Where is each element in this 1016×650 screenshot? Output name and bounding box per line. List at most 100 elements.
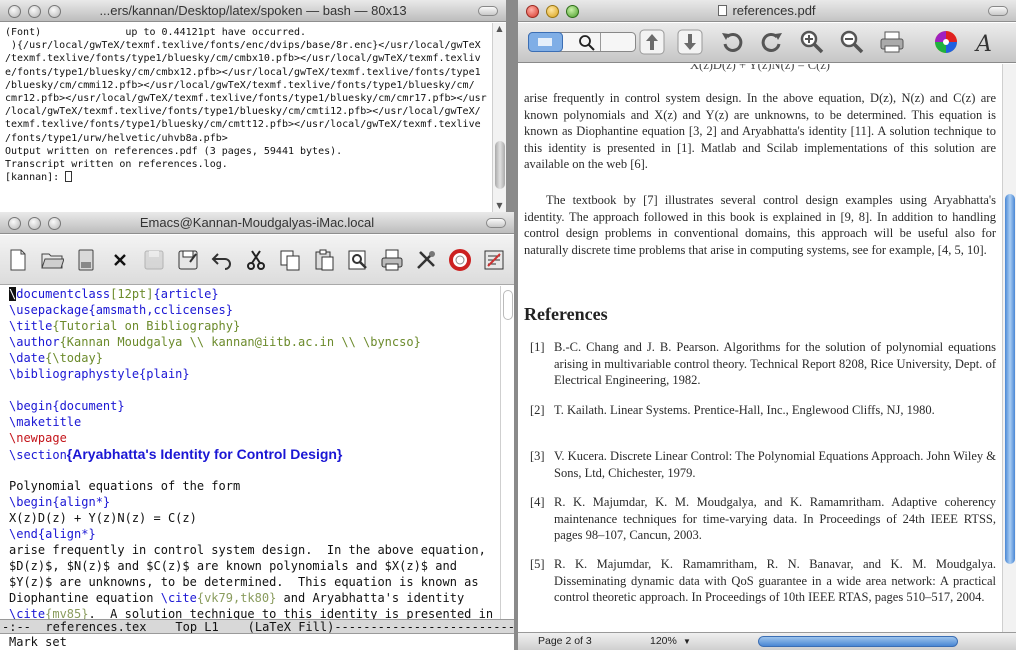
terminal-line: /fonts/type1/urw/helvetic/uhvb8a.pfb> — [5, 132, 228, 144]
editor-scrollbar[interactable] — [500, 286, 514, 619]
preview-toolbar: A — [518, 23, 1016, 63]
usepackage-command: \usepackage — [9, 303, 89, 317]
terminal-line: cmr12.pfb></usr/local/gwTeX/texmf.texliv… — [5, 93, 487, 105]
rotate-right-icon[interactable] — [758, 28, 786, 56]
zoom-button[interactable] — [566, 5, 579, 18]
editor-line: X(z)D(z) + Y(z)N(z) = C(z) — [9, 511, 197, 525]
undo-icon[interactable] — [208, 246, 236, 274]
save-icon[interactable] — [140, 246, 168, 274]
emacs-toolbar — [0, 235, 514, 285]
preview-window[interactable]: references.pdf A X(z)D(z) + Y(z)N(z) = C… — [518, 0, 1016, 650]
terminal-cursor — [65, 171, 73, 183]
zoom-button[interactable] — [48, 217, 61, 230]
search-icon[interactable] — [344, 246, 372, 274]
paste-icon[interactable] — [310, 246, 338, 274]
reference-text: V. Kucera. Discrete Linear Control: The … — [554, 449, 996, 480]
pdf-file-icon — [718, 5, 728, 16]
minimize-button[interactable] — [546, 5, 559, 18]
close-button[interactable] — [526, 5, 539, 18]
print-icon[interactable] — [378, 246, 406, 274]
documentclass-option: [12pt] — [110, 287, 154, 301]
end-align-command: \end — [9, 527, 38, 541]
pdf-paragraph: arise frequently in control system desig… — [524, 91, 996, 171]
author-command: \author — [9, 335, 60, 349]
next-page-icon[interactable] — [676, 28, 704, 56]
minimize-button[interactable] — [28, 5, 41, 18]
preferences-icon[interactable] — [412, 246, 440, 274]
help-icon[interactable] — [446, 246, 474, 274]
terminal-line: /local/gwTeX/texmf.texlive/fonts/type1/b… — [5, 106, 481, 118]
terminal-line: texmf.texlive/fonts/type1/bluesky/cm/cmt… — [5, 119, 481, 131]
reference-text: R. K. Majumdar, K. M. Moudgalya, and K. … — [554, 495, 996, 542]
new-file-icon[interactable] — [4, 246, 32, 274]
view-mode-segmented[interactable] — [528, 28, 636, 56]
save-as-icon[interactable] — [174, 246, 202, 274]
previous-page-icon[interactable] — [638, 28, 666, 56]
horizontal-scroll-thumb[interactable] — [758, 636, 958, 647]
toolbar-toggle-button[interactable] — [988, 6, 1008, 16]
zoom-level[interactable]: 120% — [650, 633, 677, 650]
terminal-line: Transcript written on references.log. — [5, 159, 228, 171]
zoom-in-icon[interactable] — [798, 28, 826, 56]
newpage-command: \newpage — [9, 431, 67, 445]
reference-number: [1] — [530, 340, 545, 354]
date-arg: {\today} — [45, 351, 103, 365]
documentclass-command: documentclass — [16, 287, 111, 301]
editor-line: Polynomial equations of the form — [9, 479, 241, 493]
terminal-window[interactable]: ...ers/kannan/Desktop/latex/spoken — bas… — [0, 0, 506, 212]
info-icon[interactable] — [480, 246, 508, 274]
mode-line: -:-- references.tex Top L1 (LaTeX Fill)-… — [0, 619, 514, 634]
usepackage-arg: {amsmath,cclicenses} — [88, 303, 233, 317]
pdf-scrollbar[interactable] — [1002, 64, 1016, 632]
print-icon[interactable] — [878, 28, 906, 56]
pdf-scroll-thumb[interactable] — [1005, 194, 1015, 564]
editor-line: arise frequently in control system desig… — [9, 543, 486, 557]
cut-icon[interactable] — [242, 246, 270, 274]
terminal-line: e/fonts/type1/bluesky/cm/cmbx12.pfb></us… — [5, 66, 481, 78]
rotate-left-icon[interactable] — [718, 28, 746, 56]
emacs-titlebar[interactable]: Emacs@Kannan-Moudgalyas-iMac.local — [0, 212, 514, 234]
terminal-line: /bluesky/cm/cmmi12.pfb></usr/local/gwTeX… — [5, 79, 475, 91]
close-icon[interactable] — [106, 246, 134, 274]
save-disk-icon[interactable] — [72, 246, 100, 274]
cite-command: \cite — [160, 591, 197, 605]
reference-entry: [5] R. K. Majumdar, K. Ramamritham, R. N.… — [530, 556, 996, 606]
editor-buffer[interactable]: \documentclass[12pt]{article} \usepackag… — [0, 286, 500, 620]
reference-number: [4] — [530, 495, 545, 509]
reference-number: [2] — [530, 403, 545, 417]
reference-text: B.-C. Chang and J. B. Pearson. Algorithm… — [554, 340, 996, 387]
terminal-scrollbar[interactable]: ▲ ▼ — [492, 23, 506, 212]
copy-icon[interactable] — [276, 246, 304, 274]
minibuffer[interactable]: Mark set — [0, 635, 514, 650]
pdf-equation: X(z)D(z) + Y(z)N(z) = C(z) — [690, 64, 830, 72]
editor-text: Diophantine equation — [9, 591, 161, 605]
colors-icon[interactable] — [932, 28, 960, 56]
pdf-page-view[interactable]: X(z)D(z) + Y(z)N(z) = C(z) arise frequen… — [518, 64, 1002, 632]
reference-number: [3] — [530, 449, 545, 463]
toolbar-toggle-button[interactable] — [486, 218, 506, 228]
zoom-button[interactable] — [48, 5, 61, 18]
preview-titlebar[interactable]: references.pdf — [518, 0, 1016, 22]
chevron-down-icon[interactable]: ▼ — [683, 633, 691, 650]
bibliographystyle-arg: {plain} — [139, 367, 190, 381]
terminal-output[interactable]: (Font) up to 0.44121pt have occurred. ){… — [0, 23, 492, 212]
terminal-titlebar[interactable]: ...ers/kannan/Desktop/latex/spoken — bas… — [0, 0, 506, 22]
begin-command: \begin — [9, 399, 53, 413]
emacs-window[interactable]: Emacs@Kannan-Moudgalyas-iMac.local \docu… — [0, 212, 514, 650]
emacs-title: Emacs@Kannan-Moudgalyas-iMac.local — [139, 215, 375, 230]
terminal-line: [kannan]: — [5, 171, 492, 184]
zoom-out-icon[interactable] — [838, 28, 866, 56]
close-button[interactable] — [8, 217, 21, 230]
reference-entry: [1] B.-C. Chang and J. B. Pearson. Algori… — [530, 339, 996, 389]
editor-scroll-thumb[interactable] — [503, 290, 513, 320]
terminal-line: /texmf.texlive/fonts/type1/bluesky/cm/cm… — [5, 53, 481, 65]
toolbar-toggle-button[interactable] — [478, 6, 498, 16]
open-folder-icon[interactable] — [38, 246, 66, 274]
close-button[interactable] — [8, 5, 21, 18]
terminal-scroll-thumb[interactable] — [495, 141, 505, 189]
author-arg: {Kannan Moudgalya \\ kannan@iitb.ac.in \… — [59, 335, 421, 349]
minimize-button[interactable] — [28, 217, 41, 230]
fonts-icon[interactable]: A — [970, 28, 998, 56]
begin-arg: {document} — [52, 399, 125, 413]
title-arg: {Tutorial on Bibliography} — [52, 319, 241, 333]
